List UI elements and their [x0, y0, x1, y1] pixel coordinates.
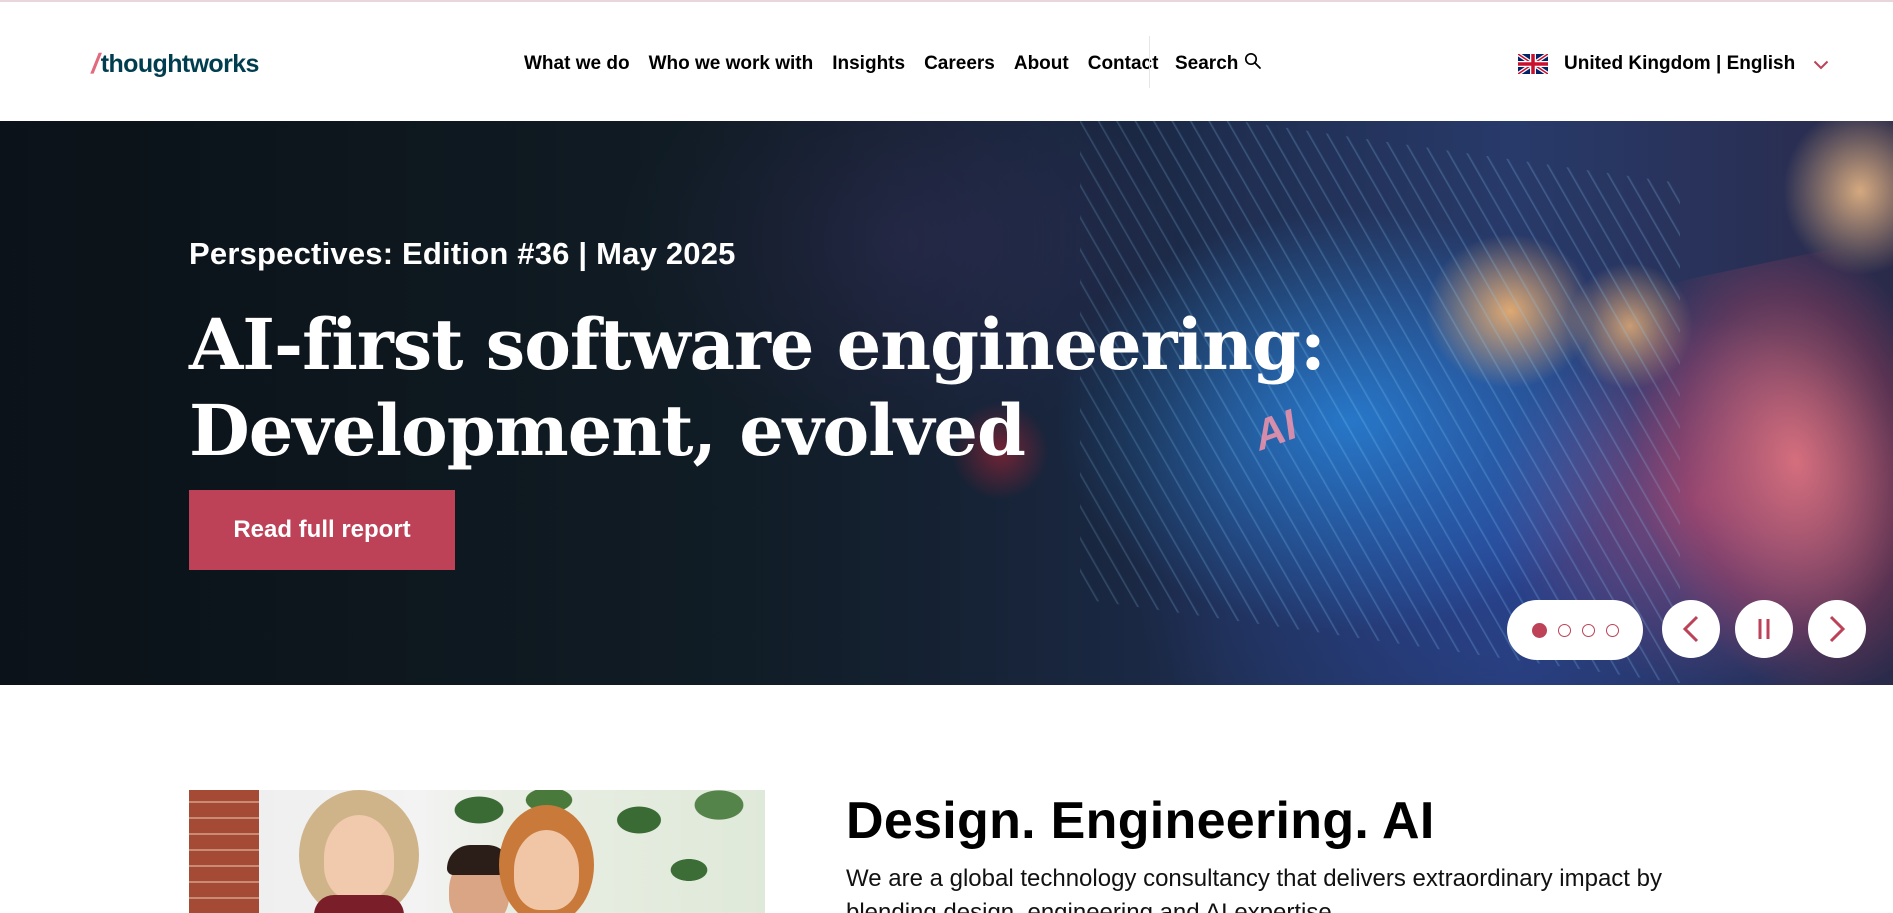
carousel-prev-button[interactable] [1662, 600, 1720, 658]
nav-divider [1149, 36, 1150, 88]
chevron-left-icon [1682, 615, 1699, 643]
intro-body: We are a global technology consultancy t… [846, 865, 1662, 913]
nav-item-careers[interactable]: Careers [924, 52, 995, 76]
search-button[interactable]: Search [1175, 52, 1262, 76]
intro-title: Design. Engineering. AI [846, 792, 1435, 850]
carousel-next-button[interactable] [1808, 600, 1866, 658]
nav-item-about[interactable]: About [1014, 52, 1069, 76]
carousel-dot-4[interactable] [1605, 623, 1619, 637]
nav-item-insights[interactable]: Insights [832, 52, 905, 76]
nav-item-who-we-work-with[interactable]: Who we work with [649, 52, 814, 76]
carousel-dot-3[interactable] [1581, 623, 1595, 637]
hero-title: AI-first software engineering: Developme… [189, 302, 1326, 474]
logo-wordmark: thoughtworks [100, 49, 260, 78]
search-label: Search [1175, 53, 1239, 74]
uk-flag-icon [1518, 54, 1548, 74]
photo-person-1-top [314, 895, 404, 913]
read-full-report-button[interactable]: Read full report [189, 490, 455, 570]
locale-selector[interactable]: United Kingdom | English [1518, 52, 1829, 76]
locale-label: United Kingdom | English [1564, 53, 1796, 74]
main-nav: What we do Who we work with Insights Car… [524, 52, 1177, 76]
nav-item-contact[interactable]: Contact [1088, 52, 1159, 76]
hero-title-line-2: Development, evolved [189, 389, 1026, 472]
hero-edition-label: Perspectives: Edition #36 | May 2025 [189, 236, 736, 271]
carousel-dot-1[interactable] [1531, 622, 1547, 638]
chevron-down-icon [1813, 60, 1829, 70]
carousel-pagination [1507, 600, 1643, 660]
pause-icon [1758, 619, 1770, 639]
carousel-pause-button[interactable] [1735, 600, 1793, 658]
carousel-dot-2[interactable] [1557, 623, 1571, 637]
thoughtworks-logo[interactable]: / thoughtworks [89, 48, 260, 80]
photo-brick-wall [189, 790, 259, 913]
hero-title-line-1: AI-first software engineering: [189, 303, 1326, 386]
site-header: / thoughtworks What we do Who we work wi… [0, 2, 1893, 121]
search-icon [1245, 52, 1262, 69]
photo-person-3-face [514, 830, 579, 910]
chevron-right-icon [1829, 615, 1846, 643]
team-photo [189, 790, 765, 913]
nav-item-what-we-do[interactable]: What we do [524, 52, 630, 76]
photo-person-1-face [324, 815, 394, 900]
